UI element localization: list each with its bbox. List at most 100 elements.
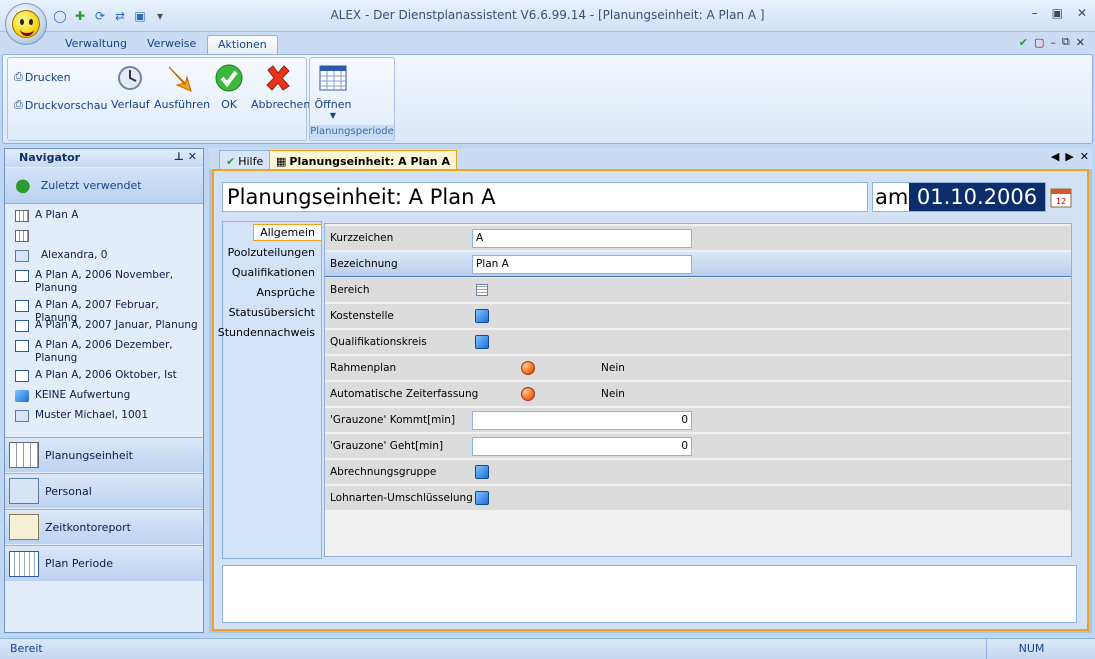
- tab-aktionen[interactable]: Aktionen: [207, 35, 278, 54]
- minimize-icon[interactable]: –: [1032, 6, 1038, 20]
- calendar-grid-icon: [316, 62, 350, 94]
- calendar-grid-icon: [9, 550, 39, 577]
- subtab-qualifikationen[interactable]: Qualifikationen: [232, 266, 315, 279]
- list-item[interactable]: A Plan A, 2006 Dezember, Planung: [5, 339, 203, 369]
- help-icon[interactable]: ✔: [1019, 36, 1028, 49]
- grauzone-kommt-input[interactable]: 0: [472, 411, 692, 430]
- dropdown-arrow-icon: ▼: [329, 111, 337, 120]
- list-item[interactable]: Muster Michael, 1001: [5, 409, 203, 429]
- mdi-close-icon[interactable]: ✕: [1076, 36, 1085, 49]
- close-icon[interactable]: ✕: [1077, 6, 1087, 20]
- help-icon: ✔: [226, 154, 236, 168]
- open-button[interactable]: Öffnen ▼: [314, 62, 352, 120]
- subtab-ansprueche[interactable]: Ansprüche: [257, 286, 316, 299]
- grauzone-geht-input[interactable]: 0: [472, 437, 692, 456]
- svg-text:12: 12: [1056, 197, 1066, 206]
- page-title: Planungseinheit: A Plan A: [222, 182, 868, 212]
- cube-icon[interactable]: [475, 491, 489, 505]
- row-kurzzeichen: Kurzzeichen A: [325, 226, 1071, 251]
- subtab-allgemein[interactable]: Allgemein: [253, 224, 321, 241]
- grid-icon: [15, 230, 29, 242]
- tab-left-icon[interactable]: ◀: [1051, 150, 1059, 163]
- print-button[interactable]: ⎙ Drucken: [14, 70, 71, 84]
- nav-section-personal[interactable]: Personal: [5, 473, 203, 508]
- execute-arrow-icon: [163, 62, 197, 94]
- history-button[interactable]: Verlauf: [111, 62, 150, 111]
- subtab-poolzuteilungen[interactable]: Poolzuteilungen: [228, 246, 315, 259]
- status-bar: Bereit NUM: [0, 638, 1095, 659]
- row-zeiterfassung: Automatische Zeiterfassung Nein: [325, 382, 1071, 407]
- window-controls: – ▣ ✕: [1032, 6, 1087, 20]
- mdi-minimize-icon[interactable]: –: [1050, 36, 1056, 49]
- list-item[interactable]: A Plan A, 2007 Februar, Planung: [5, 299, 203, 324]
- execute-button[interactable]: Ausführen: [154, 62, 210, 111]
- close-document-icon[interactable]: ▢: [1034, 36, 1044, 49]
- subtab-stundennachweis[interactable]: Stundennachweis: [218, 326, 315, 339]
- date-label: am: [875, 185, 909, 209]
- history-icon: [113, 62, 147, 94]
- nav-section-zeitkontoreport[interactable]: Zeitkontoreport: [5, 509, 203, 544]
- cancel-button[interactable]: Abbrechen: [251, 62, 310, 111]
- mdi-restore-icon[interactable]: ⧉: [1062, 35, 1070, 49]
- checkmark-icon: [212, 62, 246, 94]
- date-value: 01.10.2006: [909, 183, 1045, 211]
- navigator-title: Navigator: [19, 151, 81, 164]
- list-item[interactable]: A Plan A: [5, 209, 203, 229]
- preview-icon: ⎙: [14, 98, 23, 111]
- row-lohnarten: Lohnarten-Umschlüsselung: [325, 486, 1071, 511]
- subtab-list: Allgemein Poolzuteilungen Qualifikatione…: [218, 221, 322, 559]
- list-item[interactable]: Alexandra, 0: [5, 249, 203, 269]
- window-title: ALEX - Der Dienstplanassistent V6.6.99.1…: [330, 8, 765, 22]
- list-item[interactable]: A Plan A, 2006 November, Planung: [5, 269, 203, 299]
- list-item[interactable]: KEINE Aufwertung: [5, 389, 203, 409]
- tab-right-icon[interactable]: ▶: [1065, 150, 1073, 163]
- tab-verwaltung[interactable]: Verwaltung: [55, 35, 137, 54]
- cube-icon: [15, 390, 29, 402]
- nav-section-planungseinheit[interactable]: Planungseinheit: [5, 437, 203, 472]
- navigator-header: Navigator ⊥ ✕: [5, 149, 203, 167]
- grid-icon: [9, 442, 39, 468]
- bezeichnung-input[interactable]: Plan A: [472, 255, 692, 274]
- cube-icon[interactable]: [475, 335, 489, 349]
- date-field[interactable]: am 01.10.2006: [872, 182, 1046, 212]
- report-icon: [9, 514, 39, 540]
- row-bereich: Bereich: [325, 278, 1071, 303]
- tab-close-icon[interactable]: ✕: [1080, 150, 1089, 163]
- status-dot-icon[interactable]: [521, 387, 535, 401]
- detail-pane: [222, 565, 1077, 623]
- app-menu-button[interactable]: [5, 3, 47, 45]
- calendar-icon[interactable]: 12: [1050, 186, 1072, 208]
- cube-icon[interactable]: [475, 309, 489, 323]
- list-item[interactable]: A Plan A, 2006 Oktober, Ist: [5, 369, 203, 389]
- document-tabs: ✔ Hilfe ▦ Planungseinheit: A Plan A: [209, 148, 1092, 169]
- tab-verweise[interactable]: Verweise: [137, 35, 206, 54]
- row-kostenstelle: Kostenstelle: [325, 304, 1071, 329]
- row-bezeichnung: Bezeichnung Plan A: [325, 252, 1071, 277]
- grid-icon[interactable]: [476, 284, 488, 296]
- mdi-controls: ✔ ▢ – ⧉ ✕: [1019, 35, 1085, 49]
- printer-icon: ⎙: [14, 70, 23, 83]
- list-item[interactable]: [5, 229, 203, 249]
- row-grauzone-geht: 'Grauzone' Geht[min] 0: [325, 434, 1071, 459]
- navigator-panel: Navigator ⊥ ✕ ● Zuletzt verwendet A Plan…: [4, 148, 204, 633]
- kurzzeichen-input[interactable]: A: [472, 229, 692, 248]
- subtab-statusuebersicht[interactable]: Statusübersicht: [229, 306, 315, 319]
- recent-button[interactable]: ● Zuletzt verwendet: [5, 168, 203, 204]
- smiley-logo-icon: [12, 10, 40, 38]
- person-card-icon: [15, 410, 29, 422]
- maximize-icon[interactable]: ▣: [1052, 6, 1063, 20]
- tab-planungseinheit[interactable]: ▦ Planungseinheit: A Plan A: [269, 150, 457, 169]
- print-preview-button[interactable]: ⎙ Druckvorschau: [14, 98, 107, 112]
- ok-button[interactable]: OK: [212, 62, 246, 111]
- list-item[interactable]: A Plan A, 2007 Januar, Planung: [5, 319, 203, 339]
- ribbon: ⎙ Drucken ⎙ Druckvorschau Verlauf Ausführe…: [2, 54, 1093, 144]
- cube-icon[interactable]: [475, 465, 489, 479]
- row-grauzone-kommt: 'Grauzone' Kommt[min] 0: [325, 408, 1071, 433]
- tab-hilfe[interactable]: ✔ Hilfe: [219, 150, 271, 169]
- status-dot-icon[interactable]: [521, 361, 535, 375]
- tab-nav-controls: ◀ ▶ ✕: [1051, 150, 1089, 163]
- row-rahmenplan: Rahmenplan Nein: [325, 356, 1071, 381]
- nav-section-plan-periode[interactable]: Plan Periode: [5, 545, 203, 581]
- status-text: Bereit: [10, 642, 43, 655]
- pin-close-icons[interactable]: ⊥ ✕: [174, 150, 197, 163]
